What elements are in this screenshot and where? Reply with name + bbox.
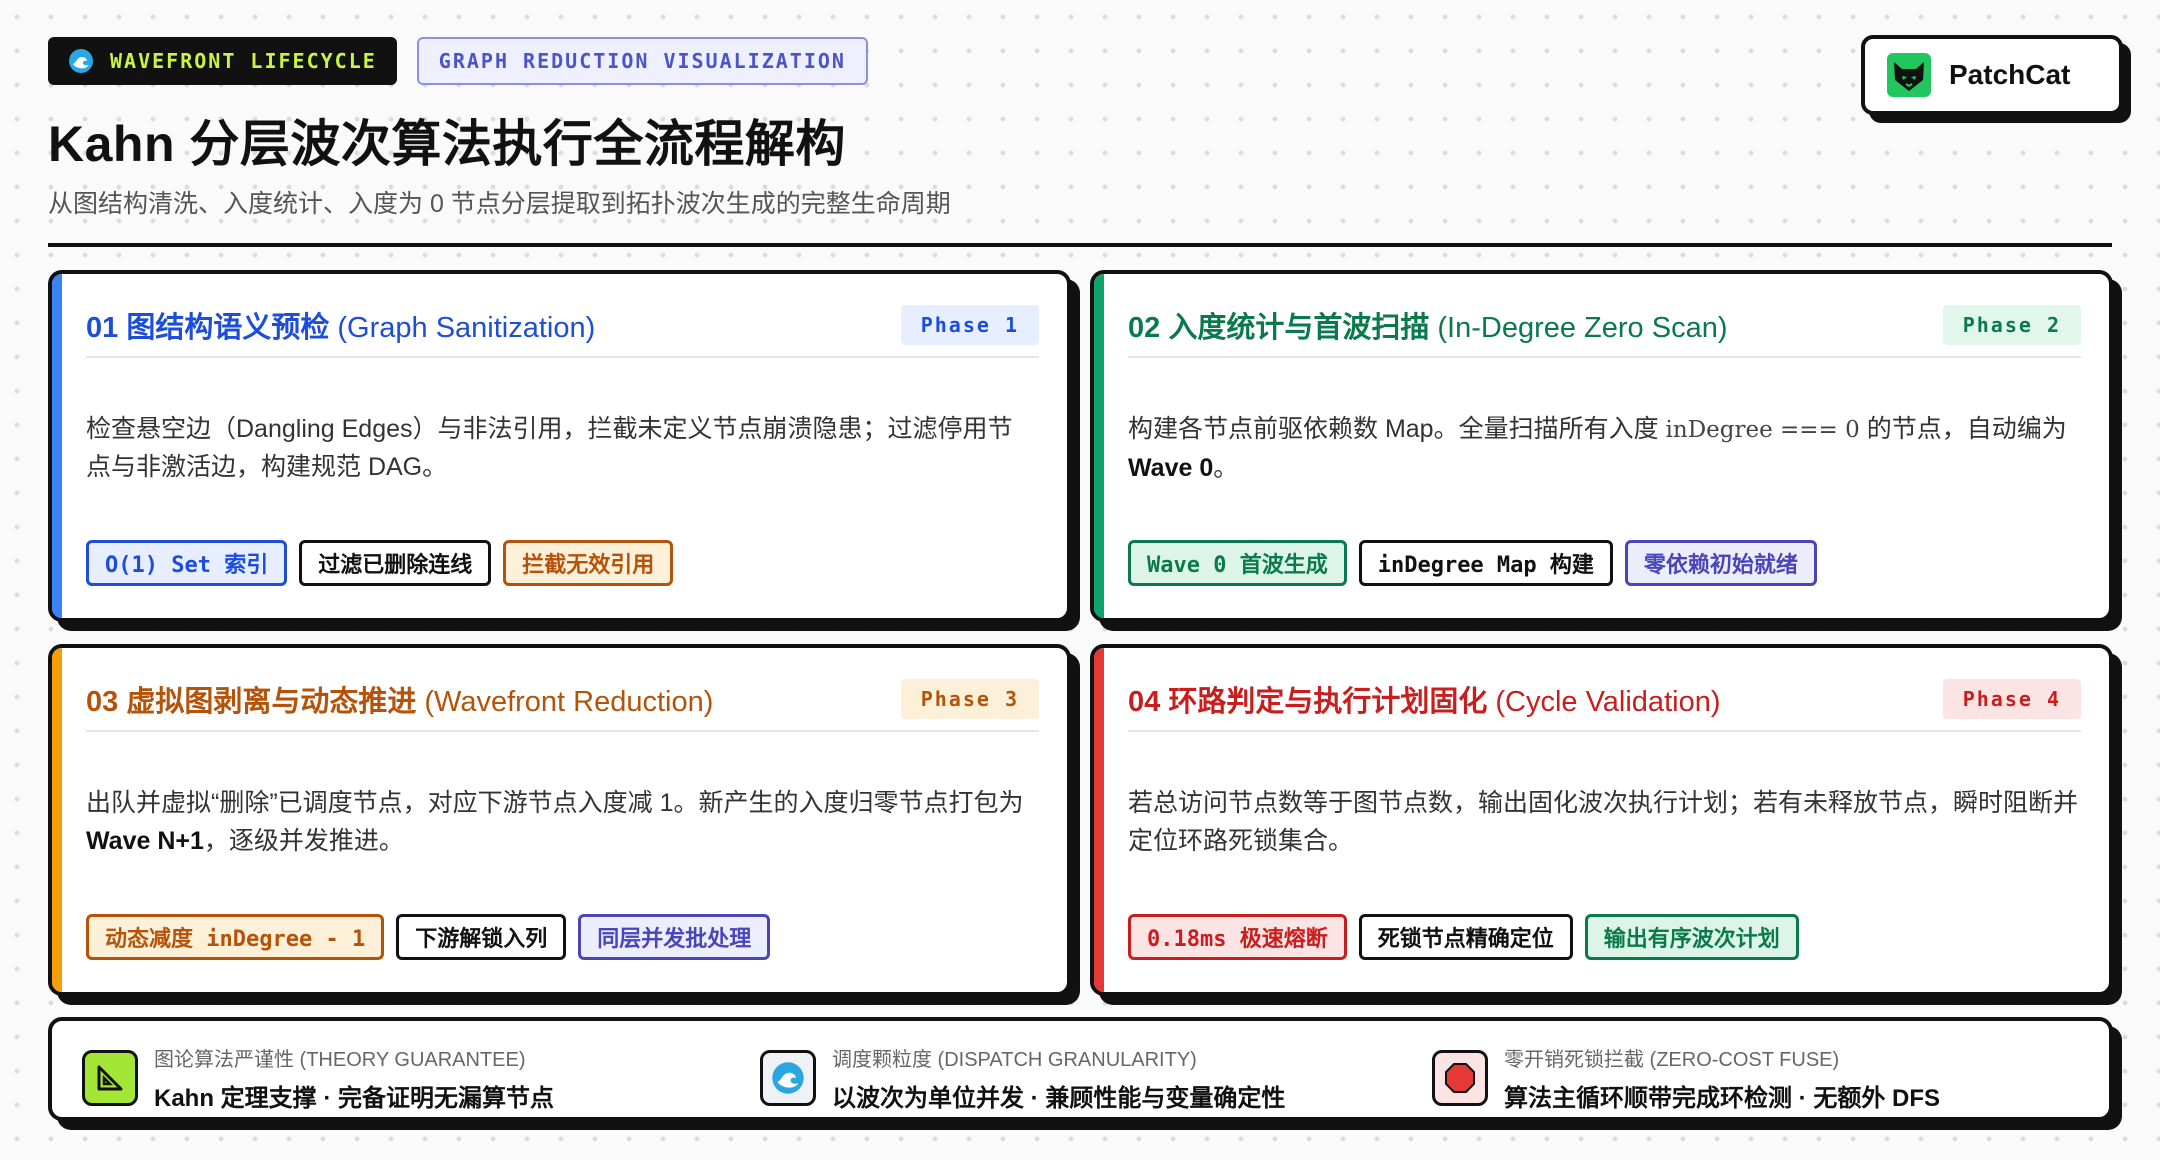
page-subtitle: 从图结构清洗、入度统计、入度为 0 节点分层提取到拓扑波次生成的完整生命周期 [48, 190, 951, 218]
card-accent-stripe [52, 648, 62, 992]
graph-reduction-badge: GRAPH REDUCTION VISUALIZATION [416, 37, 868, 85]
footer-value: Kahn 定理支撑 · 完备证明无漏算节点 [154, 1085, 554, 1112]
footer-label: 调度颗粒度 (DISPATCH GRANULARITY) [832, 1049, 1197, 1071]
tag: inDegree Map 构建 [1358, 540, 1613, 586]
card-description: 出队并虚拟“删除”已调度节点，对应下游节点入度减 1。新产生的入度归零节点打包为… [86, 789, 1024, 855]
footer-item-fuse: 零开销死锁拦截 (ZERO-COST FUSE) 算法主循环顺带完成环检测 · … [1432, 1043, 1940, 1113]
card-description: 检查悬空边（Dangling Edges）与非法引用，拦截未定义节点崩溃隐患；过… [86, 415, 1013, 481]
footer-value: 以波次为单位并发 · 兼顾性能与变量确定性 [832, 1085, 1286, 1112]
wave-icon [760, 1050, 816, 1106]
patchcat-logo: PatchCat [1861, 35, 2123, 115]
page-title: Kahn 分层波次算法执行全流程解构 [48, 116, 846, 172]
triangle-ruler-icon [82, 1050, 138, 1106]
card-accent-stripe [52, 274, 62, 618]
card-header: 01 图结构语义预检 (Graph Sanitization) Phase 1 [86, 294, 1039, 358]
phase-card-3: 03 虚拟图剥离与动态推进 (Wavefront Reduction) Phas… [48, 644, 1071, 996]
card-description: 构建各节点前驱依赖数 Map。全量扫描所有入度 inDegree === 0 的… [1128, 415, 2067, 482]
code-snippet: inDegree === 0 [1665, 417, 1860, 443]
phase-card-2: 02 入度统计与首波扫描 (In-Degree Zero Scan) Phase… [1090, 270, 2113, 622]
tag: 同层并发批处理 [578, 914, 771, 960]
phase-badge: Phase 2 [1942, 305, 2081, 345]
card-title: 04 环路判定与执行计划固化 (Cycle Validation) [1128, 686, 1721, 718]
footer-value: 算法主循环顺带完成环检测 · 无额外 DFS [1504, 1085, 1940, 1112]
phase-card-4: 04 环路判定与执行计划固化 (Cycle Validation) Phase … [1090, 644, 2113, 996]
footer-label: 零开销死锁拦截 (ZERO-COST FUSE) [1504, 1049, 1840, 1071]
card-tags: O(1) Set 索引 过滤已删除连线 拦截无效引用 [86, 540, 674, 586]
card-title: 02 入度统计与首波扫描 (In-Degree Zero Scan) [1128, 312, 1728, 344]
phase-badge: Phase 1 [900, 305, 1039, 345]
card-tags: 动态减度 inDegree - 1 下游解锁入列 同层并发批处理 [86, 914, 771, 960]
footer-label: 图论算法严谨性 (THEORY GUARANTEE) [154, 1049, 526, 1071]
tag: Wave 0 首波生成 [1128, 540, 1347, 586]
header-divider [48, 243, 2112, 247]
card-accent-stripe [1094, 648, 1104, 992]
logo-text: PatchCat [1949, 59, 2071, 90]
phase-badge: Phase 4 [1942, 679, 2081, 719]
tag: 过滤已删除连线 [299, 540, 492, 586]
tag: 0.18ms 极速熔断 [1128, 914, 1347, 960]
card-tags: 0.18ms 极速熔断 死锁节点精确定位 输出有序波次计划 [1128, 914, 1799, 960]
card-header: 02 入度统计与首波扫描 (In-Degree Zero Scan) Phase… [1128, 294, 2081, 358]
tag: 死锁节点精确定位 [1358, 914, 1573, 960]
wavefront-lifecycle-badge: WAVEFRONT LIFECYCLE [48, 37, 397, 85]
footer-item-theory: 图论算法严谨性 (THEORY GUARANTEE) Kahn 定理支撑 · 完… [82, 1043, 554, 1113]
badge-primary-label: WAVEFRONT LIFECYCLE [110, 49, 377, 73]
tag: 动态减度 inDegree - 1 [86, 914, 385, 960]
card-title: 03 虚拟图剥离与动态推进 (Wavefront Reduction) [86, 686, 714, 718]
tag: 拦截无效引用 [503, 540, 674, 586]
footer-item-dispatch: 调度颗粒度 (DISPATCH GRANULARITY) 以波次为单位并发 · … [760, 1043, 1285, 1113]
header-badges: WAVEFRONT LIFECYCLE GRAPH REDUCTION VISU… [48, 37, 868, 85]
wave-icon [68, 48, 94, 74]
tag: 输出有序波次计划 [1584, 914, 1799, 960]
guarantee-footer: 图论算法严谨性 (THEORY GUARANTEE) Kahn 定理支撑 · 完… [48, 1017, 2113, 1121]
card-header: 04 环路判定与执行计划固化 (Cycle Validation) Phase … [1128, 668, 2081, 732]
card-description: 若总访问节点数等于图节点数，输出固化波次执行计划；若有未释放节点，瞬时阻断并定位… [1128, 789, 2079, 855]
stop-octagon-icon [1432, 1050, 1488, 1106]
tag: 零依赖初始就绪 [1624, 540, 1817, 586]
card-header: 03 虚拟图剥离与动态推进 (Wavefront Reduction) Phas… [86, 668, 1039, 732]
tag: O(1) Set 索引 [86, 540, 288, 586]
phase-badge: Phase 3 [900, 679, 1039, 719]
card-title: 01 图结构语义预检 (Graph Sanitization) [86, 312, 596, 344]
card-tags: Wave 0 首波生成 inDegree Map 构建 零依赖初始就绪 [1128, 540, 1817, 586]
card-accent-stripe [1094, 274, 1104, 618]
phase-card-1: 01 图结构语义预检 (Graph Sanitization) Phase 1 … [48, 270, 1071, 622]
tag: 下游解锁入列 [396, 914, 567, 960]
cat-logo-icon [1887, 53, 1931, 97]
